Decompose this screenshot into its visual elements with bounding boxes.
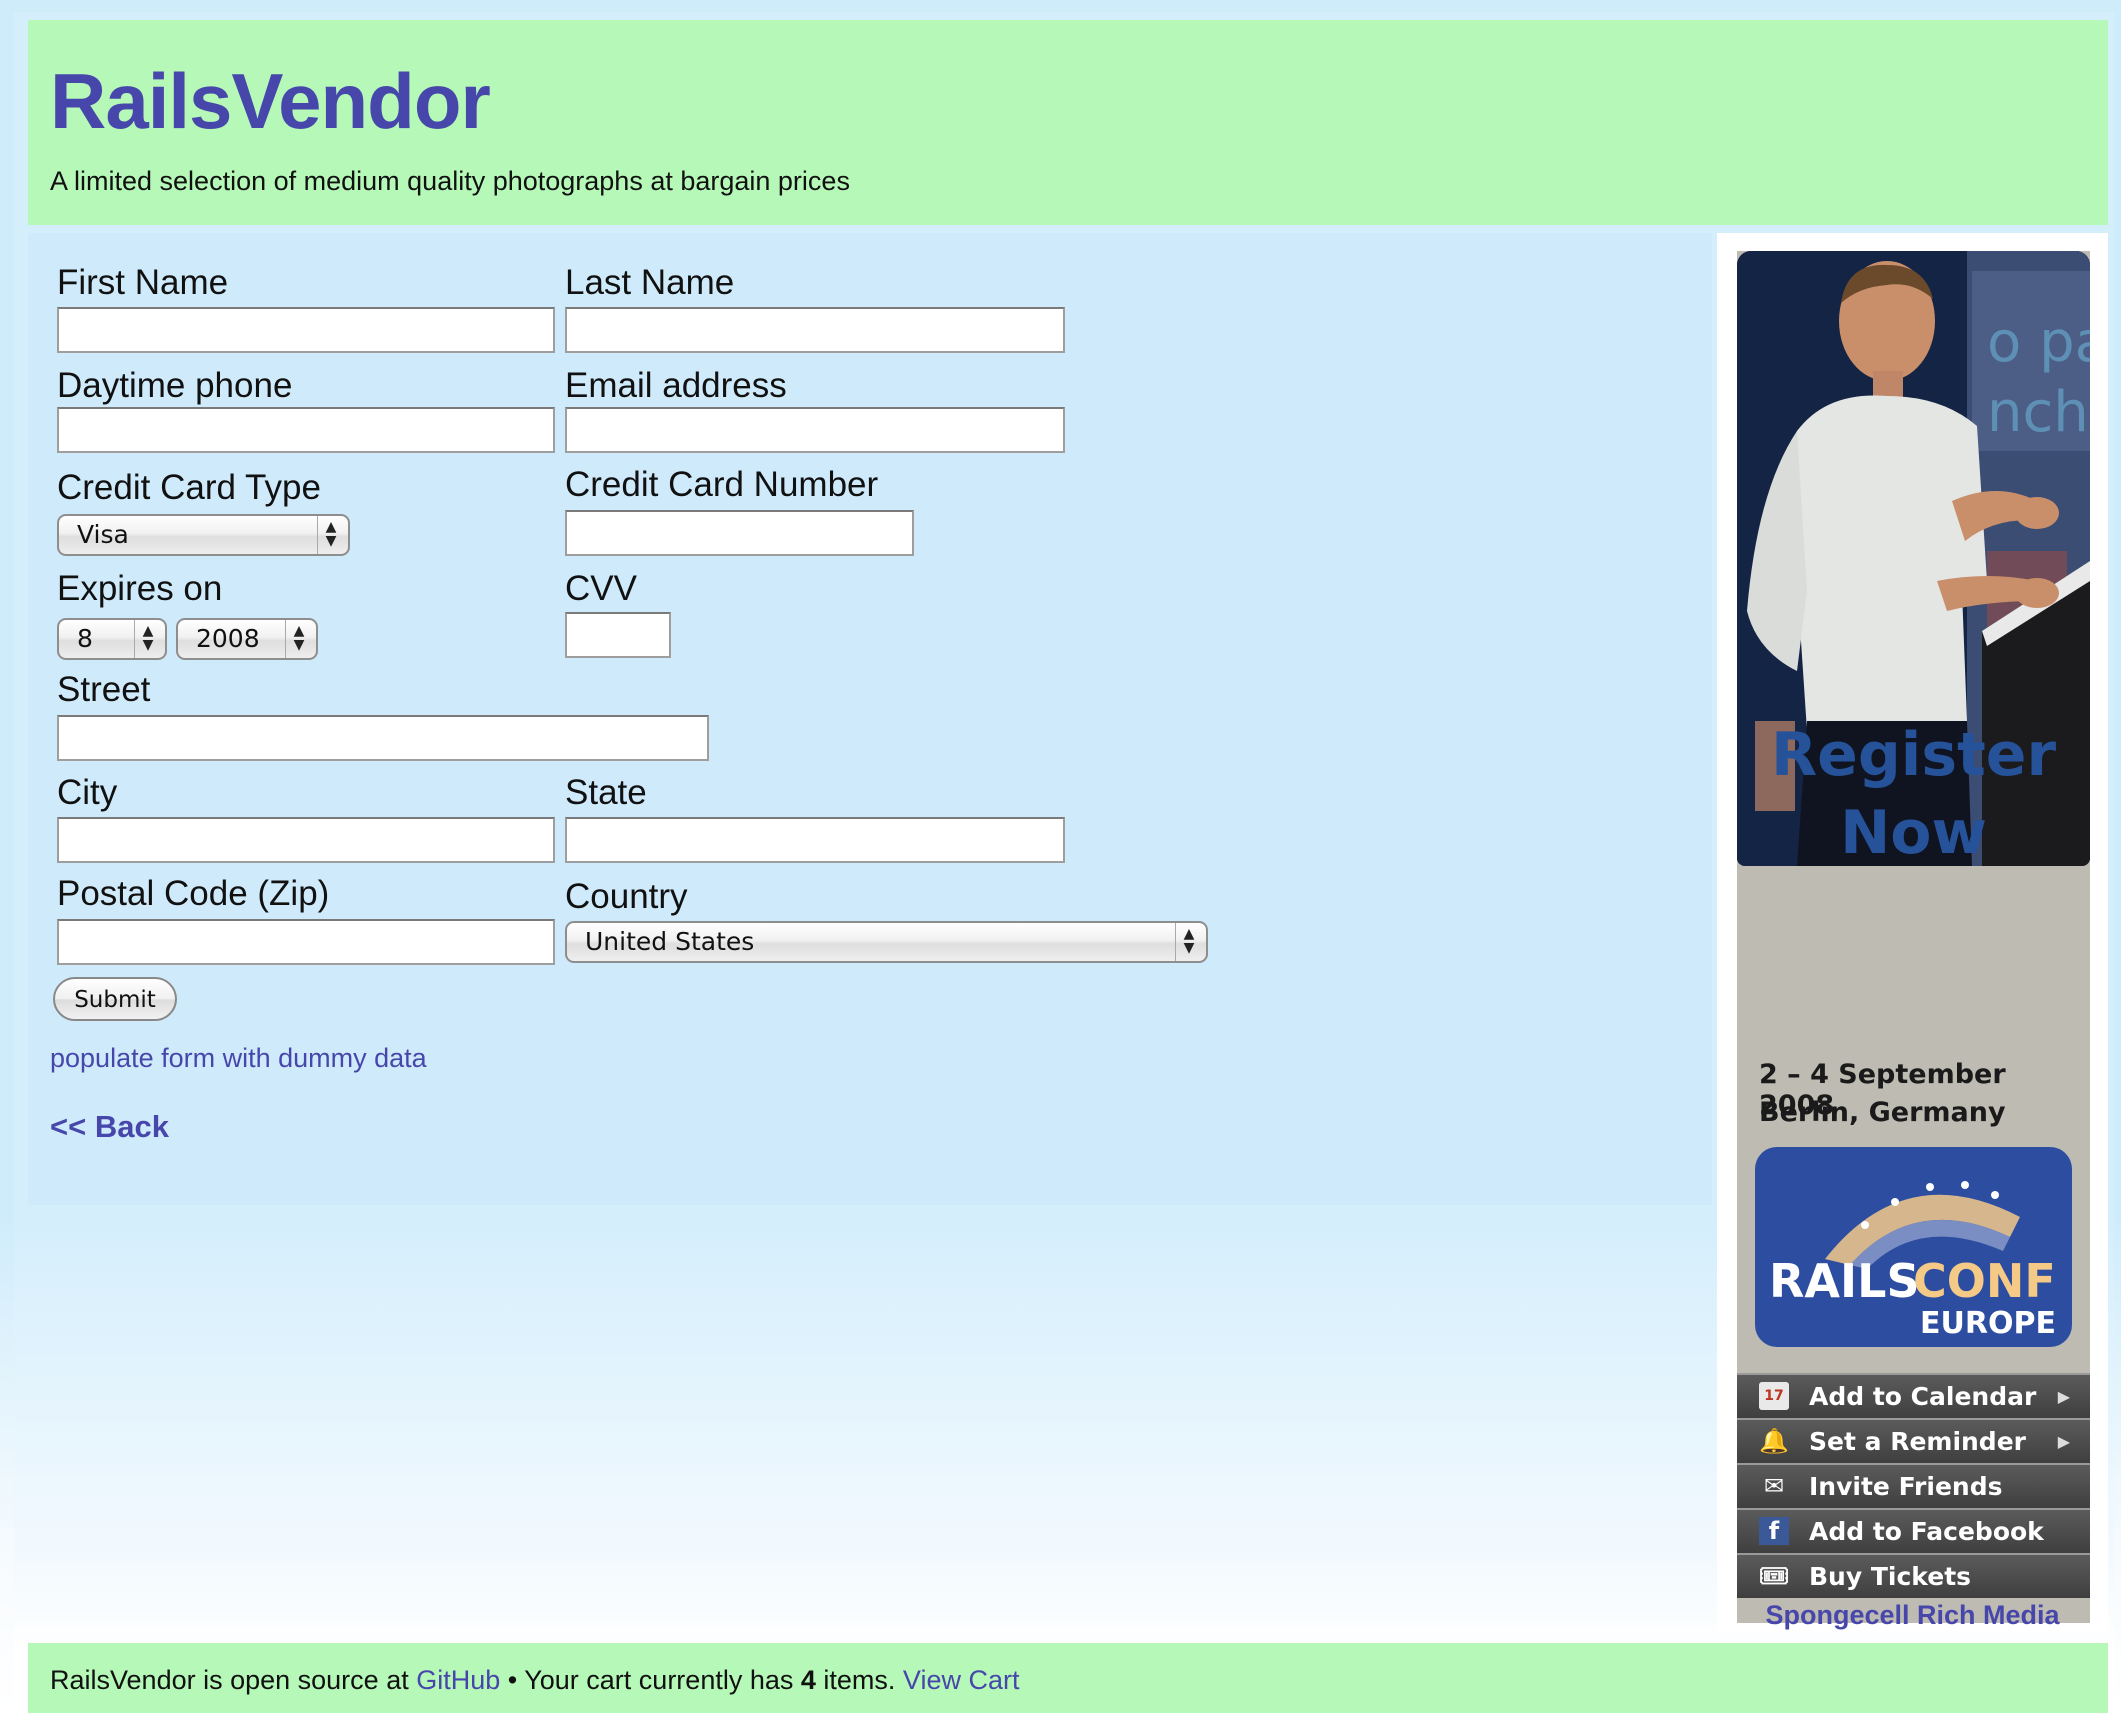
cart-item-count: 4 bbox=[800, 1665, 816, 1695]
city-label: City bbox=[57, 773, 118, 812]
checkout-form: First Name Last Name Daytime phone Email… bbox=[28, 233, 1712, 1205]
street-label: Street bbox=[57, 670, 151, 709]
email-label: Email address bbox=[565, 366, 787, 405]
caret-right-icon: ▶ bbox=[2057, 1387, 2070, 1406]
event-location: Berlin, Germany bbox=[1759, 1097, 2006, 1128]
state-field[interactable] bbox=[565, 817, 1065, 863]
email-field[interactable] bbox=[565, 407, 1065, 453]
postal-code-label: Postal Code (Zip) bbox=[57, 874, 330, 913]
expires-year-value: 2008 bbox=[196, 624, 260, 653]
footer-suffix: items. bbox=[815, 1665, 903, 1695]
spongecell-credit-link[interactable]: Spongecell Rich Media bbox=[1717, 1600, 2108, 1631]
logo-rails-text: RAILS bbox=[1769, 1254, 1920, 1308]
register-heading-line2: Now bbox=[1840, 798, 1987, 868]
logo-conf-text: CONF bbox=[1913, 1254, 2056, 1308]
city-field[interactable] bbox=[57, 817, 555, 863]
last-name-field[interactable] bbox=[565, 307, 1065, 353]
sidebar-ad: o pa nch Regis bbox=[1717, 233, 2108, 1633]
expires-month-value: 8 bbox=[77, 624, 93, 653]
select-arrows-icon: ▲ ▼ bbox=[1183, 926, 1195, 956]
invite-friends-item[interactable]: ✉ Invite Friends bbox=[1737, 1463, 2090, 1508]
footer-text: RailsVendor is open source at GitHub • Y… bbox=[50, 1665, 1019, 1696]
postal-code-field[interactable] bbox=[57, 919, 555, 965]
view-cart-link[interactable]: View Cart bbox=[903, 1665, 1020, 1695]
expires-label: Expires on bbox=[57, 569, 223, 608]
select-arrows-icon: ▲ ▼ bbox=[142, 623, 154, 653]
country-value: United States bbox=[585, 927, 755, 956]
site-footer: RailsVendor is open source at GitHub • Y… bbox=[28, 1643, 2108, 1713]
expires-month-select[interactable]: 8 ▲ ▼ bbox=[57, 618, 167, 660]
logo-arc-graphic: RAILS CONF EUROPE bbox=[1769, 1181, 2056, 1341]
site-header: RailsVendor A limited selection of mediu… bbox=[28, 20, 2108, 225]
ticket-icon: 🎟 bbox=[1759, 1562, 1790, 1590]
github-link[interactable]: GitHub bbox=[416, 1665, 500, 1695]
state-label: State bbox=[565, 773, 647, 812]
caret-right-icon: ▶ bbox=[2057, 1432, 2070, 1451]
select-arrows-icon: ▲ ▼ bbox=[325, 519, 337, 549]
back-link[interactable]: << Back bbox=[50, 1109, 169, 1145]
populate-dummy-data-link[interactable]: populate form with dummy data bbox=[50, 1043, 427, 1074]
logo-europe-text: EUROPE bbox=[1920, 1306, 2056, 1341]
country-label: Country bbox=[565, 877, 688, 916]
card-type-select[interactable]: Visa ▲ ▼ bbox=[57, 514, 350, 556]
add-to-facebook-label: Add to Facebook bbox=[1809, 1517, 2044, 1546]
last-name-label: Last Name bbox=[565, 263, 735, 302]
envelope-icon: ✉ bbox=[1763, 1472, 1785, 1500]
submit-button[interactable]: Submit bbox=[53, 977, 177, 1021]
add-to-calendar-label: Add to Calendar bbox=[1809, 1382, 2037, 1411]
facebook-icon: f bbox=[1759, 1517, 1789, 1545]
screen-text-2: nch bbox=[1987, 380, 2089, 445]
cvv-label: CVV bbox=[565, 569, 637, 608]
railsconf-ad[interactable]: o pa nch Regis bbox=[1737, 251, 2090, 1623]
invite-friends-label: Invite Friends bbox=[1809, 1472, 2003, 1501]
register-heading-line1: Register bbox=[1770, 720, 2057, 790]
cvv-field[interactable] bbox=[565, 612, 671, 658]
card-number-label: Credit Card Number bbox=[565, 465, 879, 504]
buy-tickets-item[interactable]: 🎟 Buy Tickets bbox=[1737, 1553, 2090, 1598]
calendar-icon: 17 bbox=[1759, 1382, 1789, 1410]
footer-prefix: RailsVendor is open source at bbox=[50, 1665, 417, 1695]
expires-year-select[interactable]: 2008 ▲ ▼ bbox=[176, 618, 318, 660]
phone-field[interactable] bbox=[57, 407, 555, 453]
phone-label: Daytime phone bbox=[57, 366, 293, 405]
first-name-label: First Name bbox=[57, 263, 229, 302]
first-name-field[interactable] bbox=[57, 307, 555, 353]
street-field[interactable] bbox=[57, 715, 709, 761]
footer-cart-text: • Your cart currently has bbox=[500, 1665, 801, 1695]
bell-icon: 🔔 bbox=[1759, 1427, 1789, 1455]
set-reminder-label: Set a Reminder bbox=[1809, 1427, 2026, 1456]
add-to-facebook-item[interactable]: f Add to Facebook bbox=[1737, 1508, 2090, 1553]
card-type-value: Visa bbox=[77, 520, 129, 549]
country-select[interactable]: United States ▲ ▼ bbox=[565, 921, 1208, 963]
select-arrows-icon: ▲ ▼ bbox=[293, 623, 305, 653]
buy-tickets-label: Buy Tickets bbox=[1809, 1562, 1972, 1591]
card-number-field[interactable] bbox=[565, 510, 914, 556]
site-tagline: A limited selection of medium quality ph… bbox=[50, 166, 850, 196]
card-type-label: Credit Card Type bbox=[57, 468, 321, 507]
add-to-calendar-item[interactable]: 17 Add to Calendar ▶ bbox=[1737, 1373, 2090, 1418]
railsconf-logo: RAILS CONF EUROPE bbox=[1755, 1147, 2072, 1347]
screen-text-1: o pa bbox=[1987, 310, 2090, 375]
set-reminder-item[interactable]: 🔔 Set a Reminder ▶ bbox=[1737, 1418, 2090, 1463]
ad-action-menu: 17 Add to Calendar ▶ 🔔 Set a Reminder ▶ … bbox=[1737, 1373, 2090, 1598]
page-frame: RailsVendor A limited selection of mediu… bbox=[0, 0, 2121, 1713]
site-title[interactable]: RailsVendor bbox=[50, 62, 491, 140]
